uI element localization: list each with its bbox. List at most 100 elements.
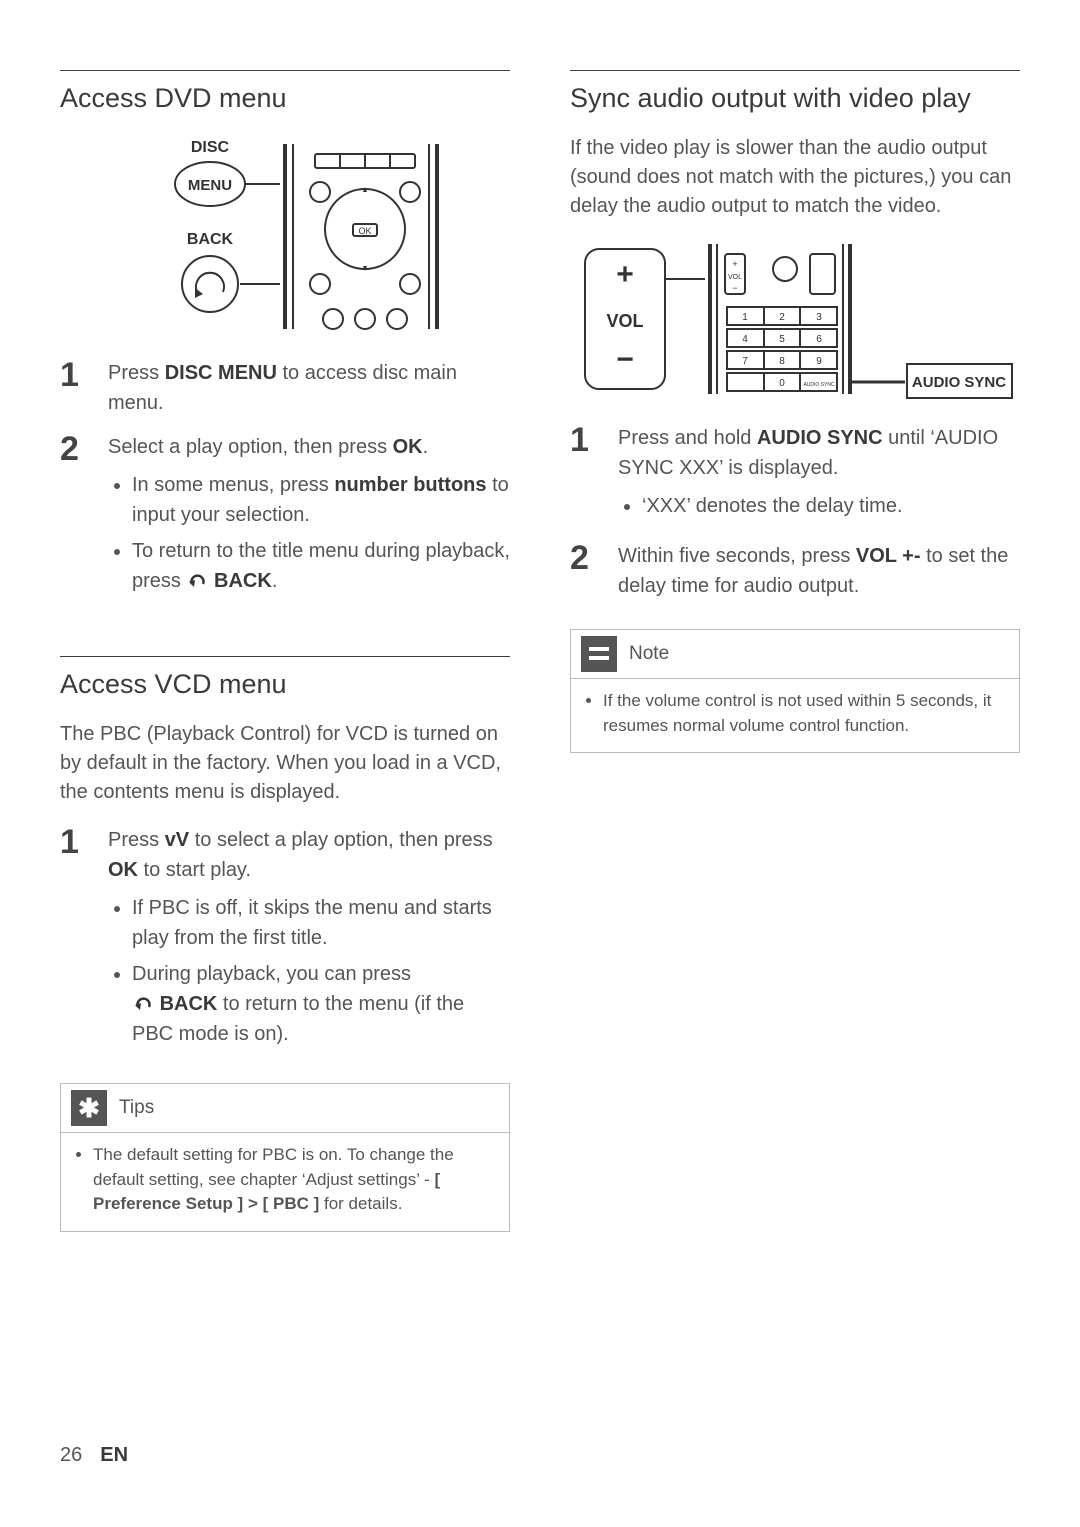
- step-text: Press and hold AUDIO SYNC until ‘AUDIO S…: [618, 423, 1020, 527]
- svg-text:AUDIO SYNC: AUDIO SYNC: [803, 382, 835, 388]
- step-2: 2 Within five seconds, press VOL +- to s…: [570, 541, 1020, 601]
- svg-text:+: +: [732, 259, 737, 269]
- step-number: 1: [60, 825, 86, 859]
- bold: BACK: [160, 993, 218, 1015]
- vcd-steps: 1 Press vV to select a play option, then…: [60, 825, 510, 1055]
- tips-item: The default setting for PBC is on. To ch…: [93, 1143, 495, 1217]
- heading-access-dvd: Access DVD menu: [60, 83, 510, 114]
- svg-text:+: +: [616, 258, 634, 291]
- dvd-menu-diagram: DISC MENU BACK: [115, 134, 455, 334]
- label-menu: MENU: [188, 177, 232, 194]
- sub-item: If PBC is off, it skips the menu and sta…: [132, 893, 510, 953]
- page: Access DVD menu DISC MENU BACK: [0, 0, 1080, 1282]
- substeps: ‘XXX’ denotes the delay time.: [618, 491, 1020, 521]
- dvd-steps: 1 Press DISC MENU to access disc main me…: [60, 358, 510, 602]
- note-label: Note: [629, 643, 669, 665]
- step-number: 1: [60, 358, 86, 392]
- text: During playback, you can press: [132, 963, 411, 985]
- sub-item: ‘XXX’ denotes the delay time.: [642, 491, 1020, 521]
- tips-content: The default setting for PBC is on. To ch…: [61, 1132, 509, 1231]
- text: Select a play option, then press: [108, 436, 393, 458]
- bold: number buttons: [334, 474, 486, 496]
- step-1: 1 Press vV to select a play option, then…: [60, 825, 510, 1055]
- sync-steps: 1 Press and hold AUDIO SYNC until ‘AUDIO…: [570, 423, 1020, 601]
- bold: OK: [108, 859, 138, 881]
- label-audiosync: AUDIO SYNC: [912, 374, 1006, 391]
- page-number: 26: [60, 1444, 82, 1467]
- bold: VOL +-: [856, 545, 921, 567]
- bold: AUDIO SYNC: [757, 427, 883, 449]
- left-column: Access DVD menu DISC MENU BACK: [60, 70, 510, 1232]
- svg-text:VOL: VOL: [728, 274, 742, 281]
- tips-box: ✱ Tips The default setting for PBC is on…: [60, 1083, 510, 1232]
- svg-text:5: 5: [779, 334, 785, 345]
- sub-item: In some menus, press number buttons to i…: [132, 470, 510, 530]
- note-item: If the volume control is not used within…: [603, 689, 1005, 738]
- section-rule: [60, 70, 510, 71]
- asterisk-icon: ✱: [71, 1090, 107, 1126]
- text: Press and hold: [618, 427, 757, 449]
- bold: OK: [393, 436, 423, 458]
- step-1: 1 Press DISC MENU to access disc main me…: [60, 358, 510, 418]
- step-number: 1: [570, 423, 596, 457]
- step-number: 2: [60, 432, 86, 466]
- substeps: If PBC is off, it skips the menu and sta…: [108, 893, 510, 1049]
- back-arrow-icon: [186, 574, 208, 590]
- heading-access-vcd: Access VCD menu: [60, 669, 510, 700]
- sub-item: To return to the title menu during playb…: [132, 536, 510, 596]
- bold: DISC MENU: [165, 362, 277, 384]
- audiosync-diagram: + VOL − + VOL − 1 2 3: [575, 239, 1015, 399]
- note-icon: [581, 636, 617, 672]
- text: Press: [108, 362, 165, 384]
- label-vol: VOL: [606, 311, 643, 331]
- svg-text:4: 4: [742, 334, 748, 345]
- note-box: Note If the volume control is not used w…: [570, 629, 1020, 753]
- tips-label: Tips: [119, 1097, 154, 1119]
- svg-text:0: 0: [779, 378, 785, 389]
- text: for details.: [319, 1194, 402, 1213]
- sync-intro: If the video play is slower than the aud…: [570, 134, 1020, 221]
- step-text: Within five seconds, press VOL +- to set…: [618, 541, 1020, 601]
- page-footer: 26 EN: [60, 1444, 128, 1467]
- text: to select a play option, then press: [189, 829, 493, 851]
- svg-text:3: 3: [816, 312, 822, 323]
- step-2: 2 Select a play option, then press OK. I…: [60, 432, 510, 602]
- note-header: Note: [571, 630, 1019, 678]
- step-text: Press DISC MENU to access disc main menu…: [108, 358, 510, 418]
- note-content: If the volume control is not used within…: [571, 678, 1019, 752]
- step-1: 1 Press and hold AUDIO SYNC until ‘AUDIO…: [570, 423, 1020, 527]
- text: .: [423, 436, 429, 458]
- substeps: In some menus, press number buttons to i…: [108, 470, 510, 596]
- text: Press: [108, 829, 165, 851]
- text: The default setting for PBC is on. To ch…: [93, 1145, 454, 1189]
- svg-text:6: 6: [816, 334, 822, 345]
- svg-text:2: 2: [779, 312, 785, 323]
- tips-header: ✱ Tips: [61, 1084, 509, 1132]
- section-rule: [570, 70, 1020, 71]
- vcd-intro: The PBC (Playback Control) for VCD is tu…: [60, 720, 510, 807]
- back-arrow-icon: [132, 997, 154, 1013]
- text: .: [272, 570, 278, 592]
- bold: BACK: [214, 570, 272, 592]
- right-column: Sync audio output with video play If the…: [570, 70, 1020, 1232]
- page-language: EN: [100, 1444, 128, 1467]
- svg-text:7: 7: [742, 356, 748, 367]
- step-number: 2: [570, 541, 596, 575]
- label-back: BACK: [187, 231, 234, 248]
- section-rule: [60, 656, 510, 657]
- svg-text:1: 1: [742, 312, 748, 323]
- svg-text:−: −: [732, 283, 737, 293]
- svg-text:9: 9: [816, 356, 822, 367]
- heading-sync-audio: Sync audio output with video play: [570, 83, 1020, 114]
- svg-text:8: 8: [779, 356, 785, 367]
- svg-text:−: −: [616, 343, 634, 376]
- sub-item: During playback, you can press BACK to r…: [132, 959, 510, 1049]
- label-disc: DISC: [191, 139, 230, 156]
- step-text: Select a play option, then press OK. In …: [108, 432, 510, 602]
- svg-text:OK: OK: [358, 226, 371, 236]
- text: In some menus, press: [132, 474, 334, 496]
- step-text: Press vV to select a play option, then p…: [108, 825, 510, 1055]
- bold: vV: [165, 829, 189, 851]
- text: Within five seconds, press: [618, 545, 856, 567]
- text: to start play.: [138, 859, 251, 881]
